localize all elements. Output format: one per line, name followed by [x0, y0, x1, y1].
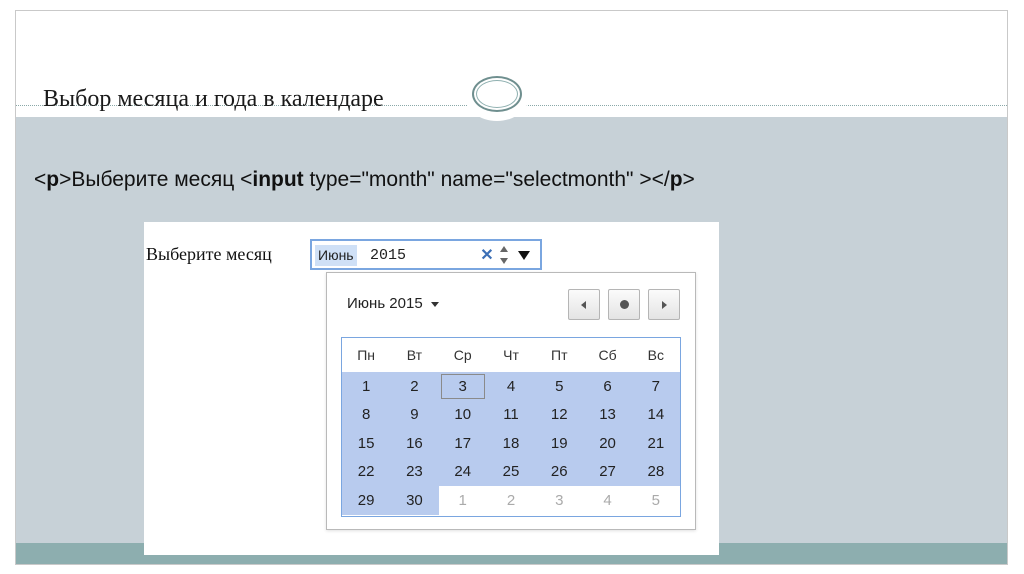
code-tag: p: [669, 168, 683, 191]
day-cell-next-month[interactable]: 3: [535, 486, 584, 515]
spin-up-icon[interactable]: [500, 246, 508, 252]
day-cell-next-month[interactable]: 5: [631, 486, 680, 515]
month-year-label: Июнь 2015: [347, 295, 423, 312]
day-cell[interactable]: 12: [535, 400, 584, 429]
code-example: <p>Выберите месяц <input type="month" na…: [34, 168, 695, 192]
day-cell-next-month[interactable]: 1: [438, 486, 487, 515]
weekday-header: Пн: [357, 347, 376, 363]
day-cell[interactable]: 18: [486, 429, 536, 458]
day-cell[interactable]: 29: [342, 486, 391, 515]
day-cell[interactable]: 9: [390, 400, 439, 429]
arrow-left-icon: [581, 301, 586, 309]
day-cell[interactable]: 4: [486, 372, 536, 401]
day-cell[interactable]: 20: [583, 429, 632, 458]
arrow-right-icon: [662, 301, 667, 309]
day-cell[interactable]: 11: [486, 400, 536, 429]
field-label: Выберите месяц: [146, 244, 272, 264]
week-row: 8 9 10 11 12 13 14: [342, 400, 680, 429]
weekday-header: Ср: [453, 347, 472, 363]
day-cell[interactable]: 5: [535, 372, 584, 401]
day-cell[interactable]: 28: [631, 457, 680, 486]
day-cell[interactable]: 1: [342, 372, 391, 401]
day-cell[interactable]: 16: [390, 429, 439, 458]
week-row: 15 16 17 18 19 20 21: [342, 429, 680, 458]
dot-icon: [620, 300, 629, 309]
day-cell[interactable]: 13: [583, 400, 632, 429]
day-cell[interactable]: 15: [342, 429, 391, 458]
slide-title: Выбор месяца и года в календаре: [43, 86, 384, 112]
month-year-selector[interactable]: Июнь 2015: [347, 295, 439, 312]
next-month-button[interactable]: [648, 289, 680, 320]
day-cell[interactable]: 23: [390, 457, 439, 486]
spin-buttons[interactable]: [498, 244, 510, 267]
weekday-header: Чт: [503, 347, 519, 363]
code-tag: p: [46, 168, 60, 191]
day-cell-next-month[interactable]: 4: [583, 486, 632, 515]
dropdown-arrow-icon[interactable]: [518, 251, 530, 260]
clear-icon[interactable]: ✕: [479, 245, 495, 266]
calendar-grid: Пн Вт Ср Чт Пт Сб Вс 1 2 3 4 5 6 7 8 9 1…: [341, 337, 681, 517]
caret-down-icon: [430, 301, 439, 307]
code-text: >: [682, 168, 695, 191]
today-button[interactable]: [608, 289, 640, 320]
month-segment[interactable]: Июнь: [315, 245, 357, 266]
calendar-table: Пн Вт Ср Чт Пт Сб Вс 1 2 3 4 5 6 7 8 9 1…: [342, 338, 680, 515]
weekday-header: Вс: [647, 347, 665, 363]
day-cell[interactable]: 21: [631, 429, 680, 458]
calendar-popup: Июнь 2015 Пн Вт Ср Чт Пт Сб Вс 1 2 3 4 5…: [326, 272, 696, 530]
day-cell[interactable]: 30: [390, 486, 439, 515]
code-text: <: [34, 168, 47, 191]
day-cell[interactable]: 17: [438, 429, 487, 458]
code-text: type="month" name="selectmonth" ></: [303, 168, 670, 191]
week-row: 1 2 3 4 5 6 7: [342, 372, 680, 401]
day-cell[interactable]: 2: [390, 372, 439, 401]
weekday-header: Пт: [551, 347, 568, 363]
day-cell[interactable]: 14: [631, 400, 680, 429]
day-cell[interactable]: 19: [535, 429, 584, 458]
code-text: >Выберите месяц <: [59, 168, 253, 191]
day-cell[interactable]: 24: [438, 457, 487, 486]
weekday-header: Сб: [598, 347, 617, 363]
week-row: 22 23 24 25 26 27 28: [342, 457, 680, 486]
day-cell[interactable]: 26: [535, 457, 584, 486]
day-cell[interactable]: 27: [583, 457, 632, 486]
weekday-header-row: Пн Вт Ср Чт Пт Сб Вс: [342, 338, 680, 372]
day-cell-selected[interactable]: 3: [438, 372, 487, 401]
day-cell[interactable]: 6: [583, 372, 632, 401]
day-cell[interactable]: 10: [438, 400, 487, 429]
weekday-header: Вт: [406, 347, 423, 363]
ring-decoration-inner: [476, 80, 518, 108]
prev-month-button[interactable]: [568, 289, 600, 320]
month-input[interactable]: Июнь 2015 ✕: [310, 239, 542, 270]
week-row: 29 30 1 2 3 4 5: [342, 486, 680, 515]
day-cell[interactable]: 7: [631, 372, 680, 401]
browser-demo: Выберите месяц Июнь 2015 ✕ Июнь 2015 Пн …: [144, 222, 719, 555]
code-tag: input: [252, 168, 304, 191]
year-segment[interactable]: 2015: [370, 245, 406, 266]
spin-down-icon[interactable]: [500, 258, 508, 264]
day-cell-next-month[interactable]: 2: [486, 486, 536, 515]
day-cell[interactable]: 8: [342, 400, 391, 429]
day-cell[interactable]: 22: [342, 457, 391, 486]
day-cell[interactable]: 25: [486, 457, 536, 486]
